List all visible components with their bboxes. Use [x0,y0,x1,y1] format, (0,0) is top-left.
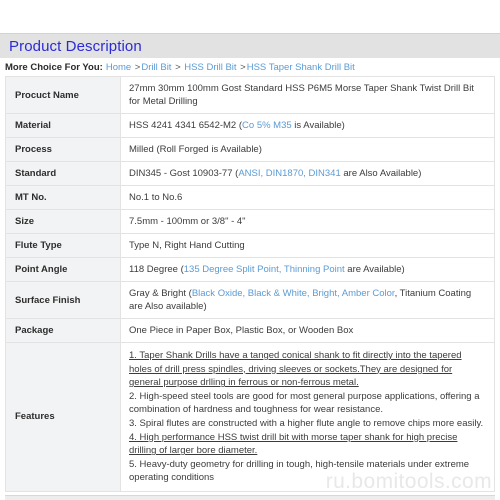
table-row: Package One Piece in Paper Box, Plastic B… [5,318,495,343]
spec-label: Package [5,318,121,343]
spec-value-text: DIN345 - Gost 10903-77 ( [129,168,239,179]
feature-item: 3. Spiral flutes are constructed with a … [129,417,486,431]
spec-option-link[interactable]: 135 Degree Split Point, Thinning Point [184,264,345,275]
spec-label: Material [5,113,121,138]
spec-label: Point Angle [5,257,121,282]
breadcrumb-link-3[interactable]: HSS Taper Shank Drill Bit [247,62,355,73]
spec-label: Standard [5,161,121,186]
spec-option-link[interactable]: Black Oxide, Black & White, Bright, Ambe… [192,288,395,299]
spec-value-text: is Available) [291,120,345,131]
table-row: MT No. No.1 to No.6 [5,185,495,210]
feature-item: 2. High-speed steel tools are good for m… [129,390,486,417]
spec-option-link[interactable]: ANSI, DIN1870, DIN341 [238,168,340,179]
page-title: Product Description [9,37,142,55]
table-row: Point Angle 118 Degree (135 Degree Split … [5,257,495,282]
spec-value-text: No.1 to No.6 [129,192,183,203]
breadcrumb-links: Home >Drill Bit > HSS Drill Bit >HSS Tap… [106,62,355,73]
feature-item-highlighted-text[interactable]: 1. Taper Shank Drills have a tanged coni… [129,350,462,388]
feature-item: 4. High performance HSS twist drill bit … [129,431,486,458]
table-row: Procuct Name 27mm 30mm 100mm Gost Standar… [5,76,495,114]
feature-item-text: 2. High-speed steel tools are good for m… [129,390,480,416]
spec-label: Features [5,342,121,492]
table-row: Flute Type Type N, Right Hand Cutting [5,233,495,258]
breadcrumb-link-1[interactable]: Drill Bit [141,62,171,73]
spec-value: DIN345 - Gost 10903-77 (ANSI, DIN1870, D… [120,161,495,186]
spec-label: Flute Type [5,233,121,258]
breadcrumb: More Choice For You: Home >Drill Bit > H… [0,58,500,76]
table-row: Size 7.5mm - 100mm or 3/8" - 4" [5,209,495,234]
breadcrumb-label: More Choice For You: [5,61,103,73]
spec-label: Process [5,137,121,162]
spec-value-text: 27mm 30mm 100mm Gost Standard HSS P6M5 M… [129,83,474,107]
spec-label: Size [5,209,121,234]
breadcrumb-separator: > [237,61,246,73]
feature-item-text: 3. Spiral flutes are constructed with a … [129,417,484,429]
spec-value: HSS 4241 4341 6542-M2 (Co 5% M35 is Avai… [120,113,495,138]
product-description-page: Product Description More Choice For You:… [0,0,500,500]
spec-value-text: 7.5mm - 100mm or 3/8" - 4" [129,216,246,227]
feature-item-highlighted-text[interactable]: 4. High performance HSS twist drill bit … [129,432,457,457]
spec-value-text: Gray & Bright ( [129,288,192,299]
feature-item: 1. Taper Shank Drills have a tanged coni… [129,349,486,390]
spec-label: MT No. [5,185,121,210]
spec-value-text: Type N, Right Hand Cutting [129,240,245,251]
spec-label: Surface Finish [5,281,121,319]
spec-value-text: One Piece in Paper Box, Plastic Box, or … [129,325,354,336]
section-header: Product Description [0,33,500,58]
table-row: Process Milled (Roll Forged is Available) [5,137,495,162]
breadcrumb-link-2[interactable]: HSS Drill Bit [184,62,236,73]
spec-value-text: are Also Available) [340,168,422,179]
spec-value: 118 Degree (135 Degree Split Point, Thin… [120,257,495,282]
spec-value: Gray & Bright (Black Oxide, Black & Whit… [120,281,495,319]
spec-value: 7.5mm - 100mm or 3/8" - 4" [120,209,495,234]
spec-value-text: are Available) [344,264,405,275]
breadcrumb-link-0[interactable]: Home [106,62,131,73]
spec-value: Milled (Roll Forged is Available) [120,137,495,162]
spec-label: Procuct Name [5,76,121,114]
table-row: Standard DIN345 - Gost 10903-77 (ANSI, DI… [5,161,495,186]
spec-value: One Piece in Paper Box, Plastic Box, or … [120,318,495,343]
specification-table: Procuct Name 27mm 30mm 100mm Gost Standar… [5,76,495,492]
breadcrumb-separator: > [132,61,141,73]
breadcrumb-separator: > [172,61,184,73]
footer-divider [5,494,495,500]
spec-value-text: HSS 4241 4341 6542-M2 ( [129,120,243,131]
spec-option-link[interactable]: Co 5% M35 [242,120,292,131]
features-list: 1. Taper Shank Drills have a tanged coni… [129,349,486,485]
spec-value: No.1 to No.6 [120,185,495,210]
top-spacer [0,0,500,33]
spec-value-text: Milled (Roll Forged is Available) [129,144,262,155]
table-row: Surface Finish Gray & Bright (Black Oxide… [5,281,495,319]
spec-value-text: 118 Degree ( [129,264,184,275]
spec-value: Type N, Right Hand Cutting [120,233,495,258]
table-row: Material HSS 4241 4341 6542-M2 (Co 5% M35… [5,113,495,138]
site-watermark: ru.bomitools.com [325,470,492,493]
spec-value: 27mm 30mm 100mm Gost Standard HSS P6M5 M… [120,76,495,114]
